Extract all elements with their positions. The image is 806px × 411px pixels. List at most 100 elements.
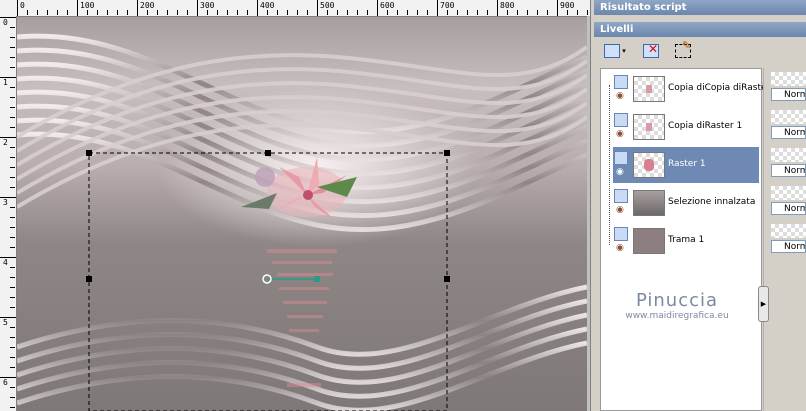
ruler-label: 800 bbox=[500, 1, 515, 10]
ruler-tick bbox=[507, 10, 508, 15]
ruler-label: 300 bbox=[200, 1, 215, 10]
ruler-tick bbox=[67, 10, 68, 15]
ruler-tick bbox=[277, 10, 278, 15]
eye-icon[interactable]: ◉ bbox=[616, 167, 624, 177]
ruler-top: 0 100 200 300 400 500 600 700 800 900 bbox=[0, 0, 590, 17]
rotation-handle[interactable] bbox=[314, 276, 320, 282]
ruler-tick bbox=[10, 337, 15, 338]
layer-properties: Norm bbox=[768, 146, 806, 182]
layer-name: Trama 1 bbox=[668, 235, 705, 245]
layer-thumbnail bbox=[633, 228, 665, 254]
layers-list: ◉ Copia diCopia diRaste ◉ Copia diRaster… bbox=[600, 68, 767, 411]
ruler-tick bbox=[127, 10, 128, 15]
opacity-swatch bbox=[771, 148, 806, 162]
layer-row-selected[interactable]: ◉ Raster 1 bbox=[613, 147, 759, 183]
ruler-tick bbox=[10, 357, 15, 358]
blend-mode-select[interactable]: Norm bbox=[771, 88, 806, 101]
transform-handle-tr[interactable] bbox=[444, 150, 450, 156]
ruler-tick bbox=[37, 10, 38, 15]
ruler-tick bbox=[77, 0, 78, 16]
ruler-tick bbox=[477, 10, 478, 15]
ruler-tick bbox=[337, 10, 338, 15]
blend-mode-select[interactable]: Norm bbox=[771, 126, 806, 139]
ruler-label: 1 bbox=[3, 78, 8, 87]
new-layer-icon bbox=[604, 44, 621, 58]
layer-row[interactable]: ◉ Trama 1 bbox=[613, 223, 759, 259]
image-artwork bbox=[17, 33, 587, 411]
eye-icon[interactable]: ◉ bbox=[616, 129, 624, 139]
ruler-tick bbox=[147, 10, 148, 15]
blend-mode-select[interactable]: Norm bbox=[771, 164, 806, 177]
ruler-tick bbox=[10, 387, 15, 388]
ruler-tick bbox=[10, 397, 15, 398]
ruler-tick bbox=[17, 0, 18, 16]
ruler-tick bbox=[577, 10, 578, 15]
watermark: Pinuccia www.maidiregrafica.eu bbox=[594, 290, 760, 321]
ruler-tick bbox=[257, 0, 258, 16]
visibility-toggle-icon[interactable] bbox=[614, 189, 628, 203]
ruler-tick bbox=[217, 10, 218, 15]
transform-handle-mr[interactable] bbox=[444, 276, 450, 282]
ruler-tick bbox=[57, 10, 58, 15]
layers-palette-title: Livelli bbox=[594, 22, 806, 37]
ruler-tick bbox=[10, 187, 15, 188]
transform-handle-ml[interactable] bbox=[86, 276, 92, 282]
transform-handle-tl[interactable] bbox=[86, 150, 92, 156]
ruler-tick bbox=[187, 10, 188, 15]
visibility-toggle-icon[interactable] bbox=[614, 113, 628, 127]
ruler-tick bbox=[10, 57, 15, 58]
ruler-label: 200 bbox=[140, 1, 155, 10]
ruler-tick bbox=[547, 10, 548, 15]
eye-icon[interactable]: ◉ bbox=[616, 205, 624, 215]
ruler-tick bbox=[247, 10, 248, 15]
opacity-swatch bbox=[771, 72, 806, 86]
transform-handle-tc[interactable] bbox=[265, 150, 271, 156]
opacity-swatch bbox=[771, 224, 806, 238]
ruler-label: 0 bbox=[3, 18, 8, 27]
ruler-tick bbox=[10, 237, 15, 238]
blend-mode-select[interactable]: Norm bbox=[771, 202, 806, 215]
ruler-tick bbox=[10, 277, 15, 278]
layer-row[interactable]: ◉ Selezione innalzata bbox=[613, 185, 759, 221]
ruler-tick bbox=[107, 10, 108, 15]
ruler-tick bbox=[447, 10, 448, 15]
eye-icon[interactable]: ◉ bbox=[616, 243, 624, 253]
ruler-tick bbox=[487, 10, 488, 15]
ruler-tick bbox=[207, 10, 208, 15]
visibility-toggle-icon[interactable] bbox=[614, 75, 628, 89]
visibility-toggle-icon[interactable] bbox=[614, 151, 628, 165]
ruler-tick bbox=[10, 287, 15, 288]
ruler-label: 700 bbox=[440, 1, 455, 10]
ruler-label: 600 bbox=[380, 1, 395, 10]
new-layer-button[interactable]: ▾ bbox=[600, 40, 630, 62]
ruler-tick bbox=[177, 10, 178, 15]
ruler-tick bbox=[347, 10, 348, 15]
blend-mode-select[interactable]: Norm bbox=[771, 240, 806, 253]
ruler-tick bbox=[457, 10, 458, 15]
ruler-tick bbox=[357, 10, 358, 15]
ruler-label: 5 bbox=[3, 318, 8, 327]
image-canvas[interactable] bbox=[17, 17, 587, 411]
edit-selection-button[interactable]: ✎ bbox=[672, 39, 694, 62]
ruler-tick bbox=[227, 10, 228, 15]
delete-layer-button[interactable]: ✕ bbox=[640, 40, 662, 62]
ruler-tick bbox=[10, 157, 15, 158]
ruler-tick bbox=[10, 107, 15, 108]
chevron-right-icon: ▶ bbox=[760, 300, 767, 308]
opacity-swatch bbox=[771, 110, 806, 124]
layer-thumbnail bbox=[633, 190, 665, 216]
ruler-tick bbox=[10, 207, 15, 208]
visibility-toggle-icon[interactable] bbox=[614, 227, 628, 241]
eye-icon[interactable]: ◉ bbox=[616, 91, 624, 101]
ruler-tick bbox=[10, 37, 15, 38]
layer-thumbnail bbox=[633, 152, 665, 178]
layer-properties: Norm bbox=[768, 70, 806, 106]
edit-selection-icon: ✎ bbox=[675, 39, 691, 58]
ruler-tick bbox=[327, 10, 328, 15]
layer-name: Copia diCopia diRaste bbox=[668, 83, 767, 93]
layer-row[interactable]: ◉ Copia diCopia diRaste bbox=[613, 71, 767, 107]
ruler-tick bbox=[10, 87, 15, 88]
canvas-area[interactable]: 0 100 200 300 400 500 600 700 800 900 0 1 2 3 4 5 6 bbox=[0, 0, 590, 411]
ruler-tick bbox=[10, 217, 15, 218]
layer-row[interactable]: ◉ Copia diRaster 1 bbox=[613, 109, 759, 145]
